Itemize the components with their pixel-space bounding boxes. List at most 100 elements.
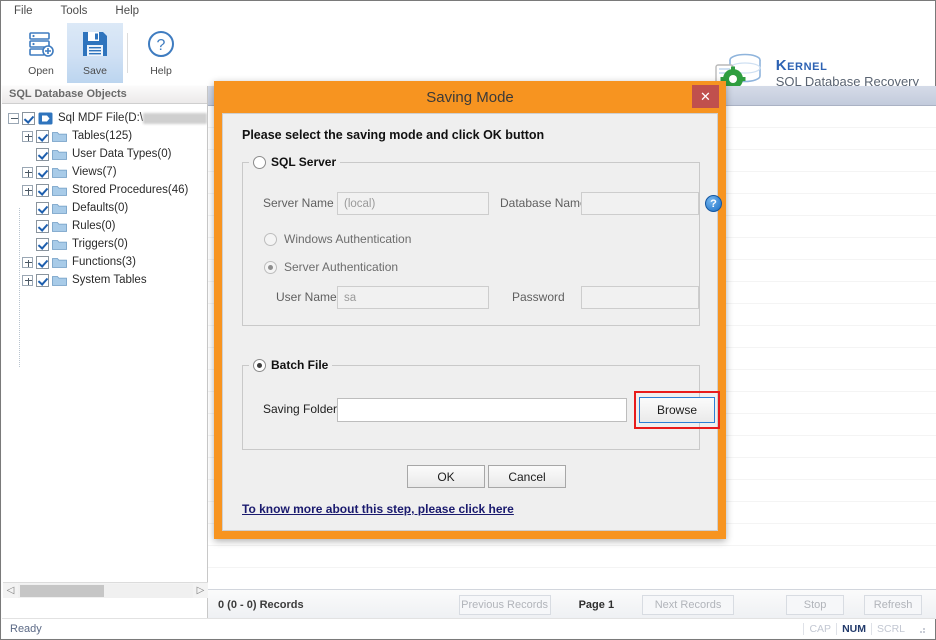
tree-item-label: Sql MDF File(D:\ [58, 112, 143, 124]
server-authentication-row[interactable]: Server Authentication [264, 260, 398, 274]
expand-plus-icon[interactable] [22, 130, 33, 142]
tree-checkbox[interactable] [36, 201, 49, 215]
tree-item-label: Views(7) [72, 166, 117, 178]
scroll-right-arrow-icon[interactable]: ▷ [193, 585, 208, 596]
sql-server-radio-row[interactable]: SQL Server [249, 155, 341, 169]
records-count: 0 (0 - 0) Records [218, 598, 304, 611]
tree-item-label: Triggers(0) [72, 238, 128, 250]
help-info-icon[interactable]: ? [705, 195, 722, 212]
tree-item-system-tables[interactable]: System Tables [8, 271, 207, 289]
object-tree: Sql MDF File(D:\ Tables(125) User Data T… [2, 104, 207, 289]
folder-icon [52, 238, 67, 251]
tree-checkbox[interactable] [36, 147, 49, 161]
cancel-button[interactable]: Cancel [488, 465, 566, 488]
saving-folder-input[interactable] [337, 398, 627, 422]
caps-lock-indicator: CAP [803, 622, 836, 635]
tree-item-label: Tables(125) [72, 130, 133, 142]
windows-authentication-radio[interactable] [264, 232, 277, 246]
tree-item-stored-procedures[interactable]: Stored Procedures(46) [8, 181, 207, 199]
menu-help[interactable]: Help [112, 4, 142, 18]
batch-file-radio-row[interactable]: Batch File [249, 358, 333, 372]
scrollbar-thumb[interactable] [20, 584, 104, 597]
dialog-title-bar: Saving Mode ✕ [214, 81, 726, 113]
tree-item-tables[interactable]: Tables(125) [8, 127, 207, 145]
refresh-button[interactable]: Refresh [864, 594, 923, 615]
server-authentication-label: Server Authentication [284, 260, 399, 274]
folder-icon [52, 220, 67, 233]
svg-text:?: ? [157, 37, 166, 54]
expand-plus-icon[interactable] [22, 166, 33, 178]
tree-item-rules[interactable]: Rules(0) [8, 217, 207, 235]
dialog-body: Please select the saving mode and click … [222, 113, 722, 531]
objects-panel-header: SQL Database Objects [2, 86, 207, 104]
user-name-input[interactable]: sa [337, 286, 489, 309]
scrollbar-track[interactable] [18, 583, 193, 598]
menu-file[interactable]: File [11, 4, 36, 18]
redacted-path [142, 112, 207, 124]
folder-icon [52, 256, 67, 269]
brand-name: Kernel [775, 56, 828, 74]
batch-file-group: Batch File Saving Folder Browse [242, 358, 720, 450]
tree-item-label: Stored Procedures(46) [72, 184, 189, 196]
previous-records-button[interactable]: Previous Records [458, 594, 551, 615]
open-button[interactable]: Open [13, 23, 69, 83]
sql-server-radio[interactable] [253, 155, 266, 169]
saving-folder-label: Saving Folder [263, 402, 338, 416]
help-button[interactable]: ? Help [133, 23, 189, 83]
close-x-icon[interactable]: ✕ [692, 85, 719, 108]
save-button[interactable]: Save [67, 23, 123, 83]
password-label: Password [512, 290, 565, 304]
batch-file-legend: Batch File [271, 358, 329, 372]
page-indicator: Page 1 [578, 598, 615, 611]
expand-plus-icon[interactable] [22, 256, 33, 268]
sql-server-legend: SQL Server [271, 155, 337, 169]
tree-item-views[interactable]: Views(7) [8, 163, 207, 181]
tree-checkbox[interactable] [36, 273, 49, 287]
server-name-input[interactable]: (local) [337, 192, 489, 215]
tree-item-label: System Tables [72, 274, 147, 286]
scroll-lock-indicator: SCRL [870, 622, 910, 635]
toolbar-separator [127, 33, 128, 73]
folder-icon [52, 184, 67, 197]
tree-item-functions[interactable]: Functions(3) [8, 253, 207, 271]
browse-button[interactable]: Browse [639, 397, 715, 423]
tree-checkbox[interactable] [36, 237, 49, 251]
database-name-input[interactable] [581, 192, 699, 215]
tree-checkbox[interactable] [22, 111, 35, 125]
dialog-title: Saving Mode [426, 88, 514, 106]
next-records-button[interactable]: Next Records [642, 594, 735, 615]
resize-grip-icon[interactable] [915, 623, 927, 635]
tree-checkbox[interactable] [36, 165, 49, 179]
tree-item-defaults[interactable]: Defaults(0) [8, 199, 207, 217]
tree-checkbox[interactable] [36, 183, 49, 197]
password-input[interactable] [581, 286, 699, 309]
status-bar: Ready CAP NUM SCRL [2, 618, 935, 638]
records-toolbar: 0 (0 - 0) Records Previous Records Page … [208, 589, 936, 619]
tree-checkbox[interactable] [36, 219, 49, 233]
expand-plus-icon[interactable] [22, 274, 33, 286]
tree-item-user-data-types[interactable]: User Data Types(0) [8, 145, 207, 163]
tree-item-sql-mdf-file[interactable]: Sql MDF File(D:\ [8, 109, 207, 127]
server-name-label: Server Name [263, 196, 334, 210]
mdf-file-icon [38, 112, 53, 125]
saving-mode-dialog: Saving Mode ✕ Please select the saving m… [214, 81, 726, 539]
tree-horizontal-scrollbar[interactable]: ◁ ▷ [3, 582, 208, 598]
user-name-label: User Name [276, 290, 337, 304]
tree-item-triggers[interactable]: Triggers(0) [8, 235, 207, 253]
server-authentication-radio[interactable] [264, 260, 277, 274]
windows-authentication-row[interactable]: Windows Authentication [264, 232, 411, 246]
menu-tools[interactable]: Tools [58, 4, 91, 18]
tree-checkbox[interactable] [36, 255, 49, 269]
tree-checkbox[interactable] [36, 129, 49, 143]
stop-button[interactable]: Stop [786, 594, 845, 615]
expand-plus-icon[interactable] [22, 184, 33, 196]
scroll-left-arrow-icon[interactable]: ◁ [3, 585, 18, 596]
objects-panel: SQL Database Objects Sql MDF File(D:\ Ta… [2, 86, 208, 619]
ok-button[interactable]: OK [407, 465, 485, 488]
tree-item-label: Functions(3) [72, 256, 136, 268]
batch-file-radio[interactable] [253, 358, 266, 372]
collapse-minus-icon[interactable] [8, 112, 19, 124]
more-info-link[interactable]: To know more about this step, please cli… [242, 502, 514, 516]
sql-server-group: SQL Server Server Name (local) Database … [242, 155, 722, 326]
application-window: File Tools Help Open Save ? Help Kernel … [0, 0, 936, 640]
